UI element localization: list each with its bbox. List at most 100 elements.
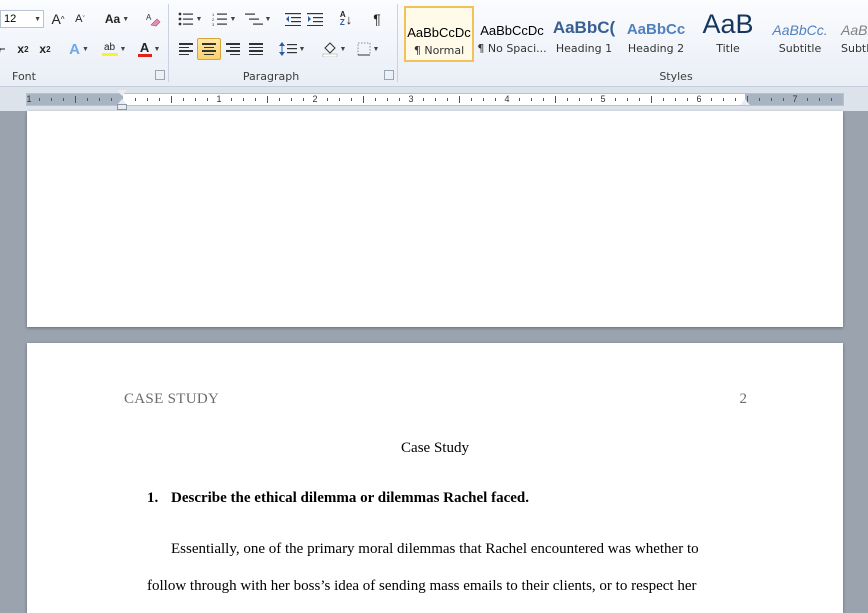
ruler-tick [243, 98, 244, 101]
bullets-icon [178, 12, 193, 26]
ruler-tick [183, 98, 184, 101]
style-title[interactable]: AaB Title [693, 6, 763, 62]
align-right-button[interactable] [223, 39, 243, 59]
justify-button[interactable] [246, 39, 266, 59]
styles-gallery: AaBbCcDc ¶ Normal AaBbCcDc ¶ No Spaci...… [403, 4, 868, 66]
style-heading-2[interactable]: AaBbCc Heading 2 [621, 6, 691, 62]
borders-icon [357, 42, 371, 56]
bullets-button[interactable]: ▼ [175, 9, 205, 29]
ruler-tick [291, 98, 292, 101]
decrease-indent-button[interactable] [283, 9, 303, 29]
ruler-tick [99, 98, 100, 101]
ruler-tick [75, 96, 76, 103]
multilevel-list-button[interactable]: ▼ [243, 9, 273, 29]
document-page[interactable] [27, 111, 843, 327]
highlight-button[interactable]: ab ▼ [98, 39, 130, 59]
styles-group-label: Styles [659, 70, 693, 83]
ruler-tick [363, 96, 364, 103]
subscript-button[interactable]: x2 [14, 39, 32, 59]
font-size-combo[interactable]: 12 ▼ [0, 10, 44, 28]
multilevel-list-icon [244, 13, 263, 25]
style-preview: AaB [702, 9, 754, 39]
ruler-tick [591, 98, 592, 101]
increase-indent-button[interactable] [305, 9, 325, 29]
shading-button[interactable]: ▼ [319, 39, 349, 59]
ruler-number: 6 [696, 94, 702, 104]
ruler-tick [483, 98, 484, 101]
paragraph-dialog-launcher-icon[interactable] [384, 70, 394, 80]
svg-text:3: 3 [212, 22, 215, 26]
question-text: Describe the ethical dilemma or dilemmas… [171, 490, 529, 506]
grow-font-button[interactable]: A ^ [48, 9, 68, 29]
ruler-tick [771, 98, 772, 101]
body-paragraph-line[interactable]: Essentially, one of the primary moral di… [147, 531, 737, 568]
numbering-button[interactable]: 1 2 3 ▼ [209, 9, 239, 29]
ruler-tick [567, 98, 568, 101]
style-normal[interactable]: AaBbCcDc ¶ Normal [404, 6, 474, 62]
style-name: ¶ Normal [413, 44, 465, 57]
style-heading-1[interactable]: AaBbC( Heading 1 [549, 6, 619, 62]
ruler-tick [399, 98, 400, 101]
change-case-button[interactable]: Aa ▼ [102, 9, 132, 29]
decrease-indent-icon [285, 13, 301, 26]
horizontal-ruler[interactable]: 1 1 2 3 4 5 6 7 [26, 93, 844, 106]
style-subtle[interactable]: AaBbCc Subtl [837, 6, 868, 62]
ruler-tick [627, 98, 628, 101]
left-indent-marker[interactable] [117, 104, 127, 110]
clear-formatting-icon[interactable]: A [143, 9, 163, 29]
question-heading[interactable]: 1. Describe the ethical dilemma or dilemm… [147, 490, 529, 507]
borders-button[interactable]: ▼ [353, 39, 383, 59]
ruler-number: 1 [216, 94, 222, 104]
ruler-tick [327, 98, 328, 101]
right-indent-marker[interactable] [740, 99, 750, 105]
ruler-tick [63, 98, 64, 101]
ruler-tick [207, 98, 208, 101]
font-color-button[interactable]: A ▼ [134, 39, 164, 59]
align-left-button[interactable] [176, 39, 196, 59]
align-center-button[interactable] [197, 38, 221, 60]
ruler-tick [171, 96, 172, 103]
style-preview: AaBbCc. [772, 22, 828, 38]
superscript-button[interactable]: x2 [36, 39, 54, 59]
svg-text:e: e [0, 44, 1, 56]
ruler-tick [87, 98, 88, 101]
document-page[interactable]: CASE STUDY 2 Case Study 1. Describe the e… [27, 343, 843, 613]
body-paragraph-line[interactable]: follow through with her boss’s idea of s… [147, 568, 737, 605]
ruler-tick [711, 98, 712, 101]
ruler-tick [495, 98, 496, 101]
svg-text:A: A [146, 13, 152, 22]
ruler-tick [723, 98, 724, 101]
highlight-color-bar [101, 52, 118, 56]
style-name: ¶ No Spaci... [477, 42, 547, 55]
style-no-spacing[interactable]: AaBbCcDc ¶ No Spaci... [477, 6, 547, 62]
show-formatting-button[interactable]: ¶ [367, 9, 387, 29]
ruler-tick [783, 98, 784, 101]
style-name: Heading 2 [627, 42, 685, 55]
line-spacing-icon [278, 42, 297, 56]
align-center-icon [202, 43, 216, 55]
running-header[interactable]: CASE STUDY [124, 391, 219, 408]
ruler-number: 2 [312, 94, 318, 104]
document-title[interactable]: Case Study [27, 440, 843, 457]
style-preview: AaBbCc [841, 22, 868, 38]
align-right-icon [226, 43, 240, 55]
style-subtitle[interactable]: AaBbCc. Subtitle [765, 6, 835, 62]
style-name: Heading 1 [555, 42, 613, 55]
ruler-tick [447, 98, 448, 101]
ruler-tick [51, 98, 52, 101]
ribbon: 12 ▼ A^ Aˇ Aa▼ A e x2 x2 A▼ ab [0, 0, 868, 87]
line-spacing-button[interactable]: ▼ [277, 39, 307, 59]
paragraph-group-label: Paragraph [242, 70, 300, 83]
sort-button[interactable]: A Z ↓ [335, 9, 357, 29]
ruler-tick [159, 98, 160, 101]
ruler-tick [639, 98, 640, 101]
text-effects-button[interactable]: A ▼ [64, 39, 94, 59]
page-number[interactable]: 2 [740, 391, 748, 408]
ruler-tick [555, 96, 556, 103]
ruler-number: 1 [26, 94, 32, 104]
strikethrough-icon[interactable]: e [0, 39, 8, 59]
first-line-indent-marker[interactable] [117, 90, 127, 96]
chevron-down-icon[interactable]: ▼ [34, 16, 41, 23]
shrink-font-button[interactable]: Aˇ [70, 9, 90, 29]
ruler-tick [735, 98, 736, 101]
